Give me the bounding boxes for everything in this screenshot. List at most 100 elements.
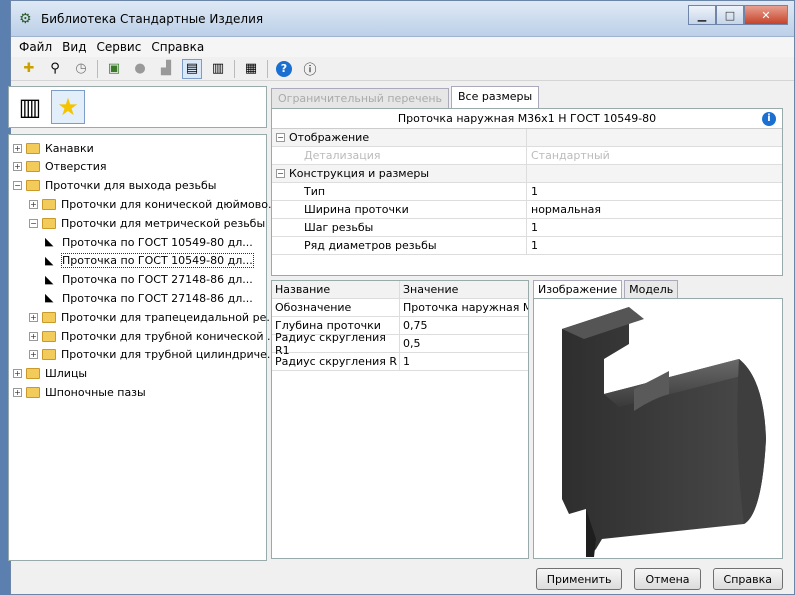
binoculars-icon[interactable]: ⚲ xyxy=(45,59,65,79)
menu-bar: Файл Вид Сервис Справка xyxy=(11,37,794,57)
folder-icon xyxy=(42,311,56,323)
maximize-button[interactable]: □ xyxy=(716,5,744,25)
property-value[interactable]: нормальная xyxy=(527,203,601,216)
tab-image[interactable]: Изображение xyxy=(533,280,623,298)
tab-all-sizes[interactable]: Все размеры xyxy=(451,86,540,108)
record-icon[interactable]: ● xyxy=(130,59,150,79)
expand-icon[interactable]: + xyxy=(13,162,22,172)
column-header-value[interactable]: Значение xyxy=(400,281,528,298)
tree-folder[interactable]: − Проточки для метрической резьбы xyxy=(29,214,265,232)
part-icon: ◣ xyxy=(45,235,54,248)
property-value[interactable]: 1 xyxy=(527,221,538,234)
tree-folder[interactable]: + Канавки xyxy=(13,139,94,157)
property-value[interactable]: 1 xyxy=(527,239,538,252)
help-button[interactable]: Справка xyxy=(712,568,783,590)
table-row[interactable]: Радиус скругления R 1 xyxy=(272,353,528,371)
folder-icon xyxy=(42,330,56,342)
property-value[interactable]: 1 xyxy=(527,185,538,198)
list-view-icon[interactable]: ▤ xyxy=(182,58,202,79)
property-value: Стандартный xyxy=(531,149,610,162)
group-display[interactable]: − Отображение xyxy=(272,129,782,147)
folder-icon xyxy=(26,386,40,398)
details-view-icon[interactable]: ▥ xyxy=(208,59,228,79)
close-button[interactable]: ✕ xyxy=(744,5,788,25)
table-icon[interactable]: ▦ xyxy=(241,59,261,79)
tab-restriction-list[interactable]: Ограничительный перечень xyxy=(271,88,450,108)
part-icon: ◣ xyxy=(45,291,54,305)
toolbar-separator xyxy=(267,59,268,78)
property-header: Проточка наружная М36x1 Н ГОСТ 10549-80 … xyxy=(272,109,782,129)
expand-icon[interactable]: + xyxy=(13,143,22,153)
pin-icon[interactable]: ✚ xyxy=(19,59,39,79)
tree-folder[interactable]: + Проточки для трубной цилиндриче... xyxy=(29,346,277,364)
expand-icon[interactable]: + xyxy=(29,199,38,209)
apply-button[interactable]: Применить xyxy=(535,568,623,590)
expand-icon[interactable]: + xyxy=(13,369,22,379)
menu-help[interactable]: Справка xyxy=(151,40,204,54)
menu-service[interactable]: Сервис xyxy=(96,40,141,54)
info-icon[interactable]: ⓘ xyxy=(300,59,320,79)
column-header-name[interactable]: Название xyxy=(272,281,400,298)
collapse-icon[interactable]: − xyxy=(276,169,285,178)
property-title: Проточка наружная М36x1 Н ГОСТ 10549-80 xyxy=(397,112,657,125)
tree-item[interactable]: ◣ Проточка по ГОСТ 27148-86 дл... xyxy=(45,271,253,289)
info-icon[interactable]: i xyxy=(762,112,776,126)
cancel-button[interactable]: Отмена xyxy=(634,568,701,590)
folder-icon xyxy=(42,349,56,361)
tree-folder[interactable]: + Проточки для конической дюймово... xyxy=(29,195,278,213)
book-icon[interactable]: ▥ xyxy=(13,90,47,124)
tree-folder[interactable]: + Проточки для трубной конической ... xyxy=(29,327,277,345)
menu-file[interactable]: Файл xyxy=(19,40,52,54)
property-row[interactable]: Ряд диаметров резьбы 1 xyxy=(272,237,782,255)
property-row[interactable]: Ширина проточки нормальная xyxy=(272,201,782,219)
tree-label: Проточка по ГОСТ 27148-86 дл... xyxy=(62,273,253,287)
table-row[interactable]: Обозначение Проточка наружная М36 xyxy=(272,299,528,317)
preview-panel: Изображение Модель xyxy=(533,280,783,559)
tree-label: Проточка по ГОСТ 10549-80 дл... xyxy=(61,253,254,269)
expand-icon[interactable]: + xyxy=(13,387,22,397)
tree-item[interactable]: ◣ Проточка по ГОСТ 10549-80 дл... xyxy=(45,252,254,270)
expand-icon[interactable]: + xyxy=(29,350,38,360)
property-row[interactable]: Шаг резьбы 1 xyxy=(272,219,782,237)
tree-folder[interactable]: + Шлицы xyxy=(13,365,87,383)
right-panel: Ограничительный перечень Все размеры Про… xyxy=(271,86,783,593)
collapse-icon[interactable]: − xyxy=(29,218,38,228)
stamp-icon[interactable]: ▟ xyxy=(156,59,176,79)
property-name: Тип xyxy=(304,185,326,198)
tree-label: Проточка по ГОСТ 10549-80 дл... xyxy=(62,235,253,249)
groove-part-image xyxy=(562,307,766,557)
star-icon[interactable]: ★ xyxy=(51,90,85,124)
tree-folder[interactable]: − Проточки для выхода резьбы xyxy=(13,177,216,195)
title-bar: ⚙ Библиотека Стандартные Изделия ▁ □ ✕ xyxy=(11,1,794,37)
part-icon: ◣ xyxy=(45,253,54,267)
tree-item[interactable]: ◣ Проточка по ГОСТ 27148-86 дл... xyxy=(45,289,253,307)
property-name: Ширина проточки xyxy=(304,203,409,216)
library-switcher: ▥ ★ xyxy=(8,86,267,128)
help-icon[interactable]: ? xyxy=(274,59,294,79)
property-name: Ряд диаметров резьбы xyxy=(304,239,437,252)
save-icon[interactable]: ▣ xyxy=(104,59,124,79)
property-row[interactable]: Тип 1 xyxy=(272,183,782,201)
tree-label: Канавки xyxy=(45,141,94,155)
folder-icon xyxy=(26,368,40,380)
menu-view[interactable]: Вид xyxy=(62,40,86,54)
collapse-icon[interactable]: − xyxy=(276,133,285,142)
toolbar-separator xyxy=(97,59,98,78)
tab-model[interactable]: Модель xyxy=(624,280,679,298)
property-name: Детализация xyxy=(304,149,381,162)
table-row[interactable]: Радиус скругления R1 0,5 xyxy=(272,331,528,357)
param-name: Радиус скругления R1 xyxy=(272,331,400,357)
property-panel: Проточка наружная М36x1 Н ГОСТ 10549-80 … xyxy=(271,108,783,276)
tree-item[interactable]: ◣ Проточка по ГОСТ 10549-80 дл... xyxy=(45,233,253,251)
group-label: Отображение xyxy=(289,131,370,144)
collapse-icon[interactable]: − xyxy=(13,181,22,191)
tree-label: Шпоночные пазы xyxy=(45,385,146,399)
group-construction[interactable]: − Конструкция и размеры xyxy=(272,165,782,183)
history-icon[interactable]: ◷ xyxy=(71,59,91,79)
tree-folder[interactable]: + Шпоночные пазы xyxy=(13,383,146,401)
tree-folder[interactable]: + Проточки для трапецеидальной ре... xyxy=(29,308,277,326)
tree-folder[interactable]: + Отверстия xyxy=(13,158,107,176)
expand-icon[interactable]: + xyxy=(29,331,38,341)
minimize-button[interactable]: ▁ xyxy=(688,5,716,25)
expand-icon[interactable]: + xyxy=(29,312,38,322)
